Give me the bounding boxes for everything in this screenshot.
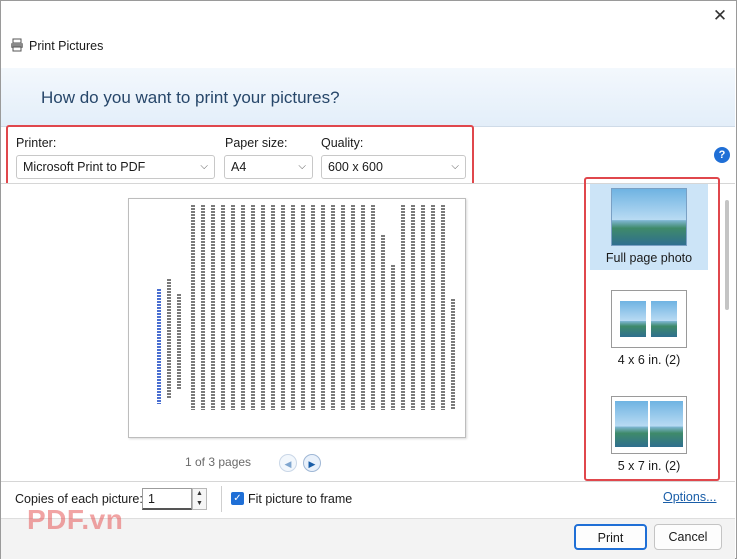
preview-text-line xyxy=(201,205,205,410)
layout-label: Full page photo xyxy=(605,251,693,265)
dialog-question: How do you want to print your pictures? xyxy=(41,88,340,107)
preview-text-line xyxy=(341,205,345,410)
preview-text-line xyxy=(441,205,445,410)
fit-picture-checkbox[interactable]: ✓ xyxy=(231,492,244,505)
layout-list: Full page photo 4 x 6 in. (2) 5 x 7 in. … xyxy=(584,178,721,480)
photo-thumbnail xyxy=(650,401,683,447)
copies-input[interactable]: 1 xyxy=(142,488,192,510)
quality-select[interactable]: 600 x 600 ⌵ xyxy=(321,155,466,179)
copies-stepper[interactable]: ▲ ▼ xyxy=(192,488,207,510)
printer-value: Microsoft Print to PDF xyxy=(23,160,146,174)
printer-select[interactable]: Microsoft Print to PDF ⌵ xyxy=(16,155,215,179)
preview-text-line xyxy=(311,205,315,410)
preview-text-line xyxy=(291,205,295,410)
chevron-down-icon: ⌵ xyxy=(298,161,306,172)
preview-text-line xyxy=(261,205,265,410)
preview-text-line xyxy=(421,205,425,410)
printer-label: Printer: xyxy=(16,136,57,150)
preview-text-line xyxy=(221,205,225,410)
quality-label: Quality: xyxy=(321,136,364,150)
preview-text-line xyxy=(361,205,365,410)
preview-text-line xyxy=(411,205,415,410)
preview-text-line xyxy=(381,235,385,410)
layout-5x7[interactable]: 5 x 7 in. (2) xyxy=(590,396,708,476)
watermark-logo: PDF.vn xyxy=(27,504,124,535)
chevron-down-icon: ⌵ xyxy=(451,161,459,172)
preview-text-line xyxy=(167,279,171,399)
preview-text-line xyxy=(451,299,455,409)
preview-text-line xyxy=(301,205,305,410)
preview-text-line xyxy=(371,205,375,410)
preview-text-line xyxy=(321,205,325,410)
layout-scrollbar[interactable] xyxy=(725,200,729,310)
cancel-button[interactable]: Cancel xyxy=(654,524,722,550)
chevron-down-icon: ⌵ xyxy=(200,161,208,172)
preview-text-line xyxy=(251,205,255,410)
4x6-thumbnail xyxy=(611,290,687,348)
print-button[interactable]: Print xyxy=(574,524,647,550)
preview-text-line xyxy=(271,205,275,410)
preview-text-line xyxy=(391,265,395,410)
help-icon[interactable]: ? xyxy=(714,147,730,163)
divider xyxy=(221,486,222,512)
paper-size-label: Paper size: xyxy=(225,136,288,150)
window-title: Print Pictures xyxy=(29,39,104,53)
paper-size-select[interactable]: A4 ⌵ xyxy=(224,155,313,179)
full-page-thumbnail xyxy=(611,188,687,246)
layout-label: 4 x 6 in. (2) xyxy=(617,353,681,367)
preview-text-line xyxy=(177,294,181,389)
preview-text-line xyxy=(281,205,285,410)
preview-text-line xyxy=(241,205,245,410)
quality-value: 600 x 600 xyxy=(328,160,383,174)
5x7-thumbnail xyxy=(611,396,687,454)
decrement-icon[interactable]: ▼ xyxy=(193,499,206,509)
options-link[interactable]: Options... xyxy=(663,490,717,504)
increment-icon[interactable]: ▲ xyxy=(193,489,206,499)
fit-picture-label[interactable]: Fit picture to frame xyxy=(248,492,352,506)
layout-4x6[interactable]: 4 x 6 in. (2) xyxy=(590,290,708,376)
preview-text-line xyxy=(157,289,161,404)
photo-thumbnail xyxy=(620,301,646,337)
photo-thumbnail xyxy=(651,301,677,337)
paper-size-value: A4 xyxy=(231,160,247,174)
preview-text-line xyxy=(351,205,355,410)
page-count: 1 of 3 pages xyxy=(185,455,252,469)
printer-icon xyxy=(11,38,23,52)
preview-text-line xyxy=(401,205,405,410)
close-button[interactable]: ✕ xyxy=(707,4,733,28)
preview-text-line xyxy=(431,205,435,410)
layout-full-page-photo[interactable]: Full page photo xyxy=(590,184,708,270)
preview-text-line xyxy=(331,205,335,410)
previous-page-button[interactable]: ◀ xyxy=(279,454,297,472)
photo-thumbnail xyxy=(615,401,648,447)
next-page-button[interactable]: ▶ xyxy=(303,454,321,472)
preview-text-line xyxy=(211,205,215,410)
page-preview xyxy=(128,198,466,438)
divider xyxy=(1,481,735,482)
preview-text-line xyxy=(231,205,235,410)
layout-label: 5 x 7 in. (2) xyxy=(617,459,681,473)
preview-text-line xyxy=(191,205,195,410)
